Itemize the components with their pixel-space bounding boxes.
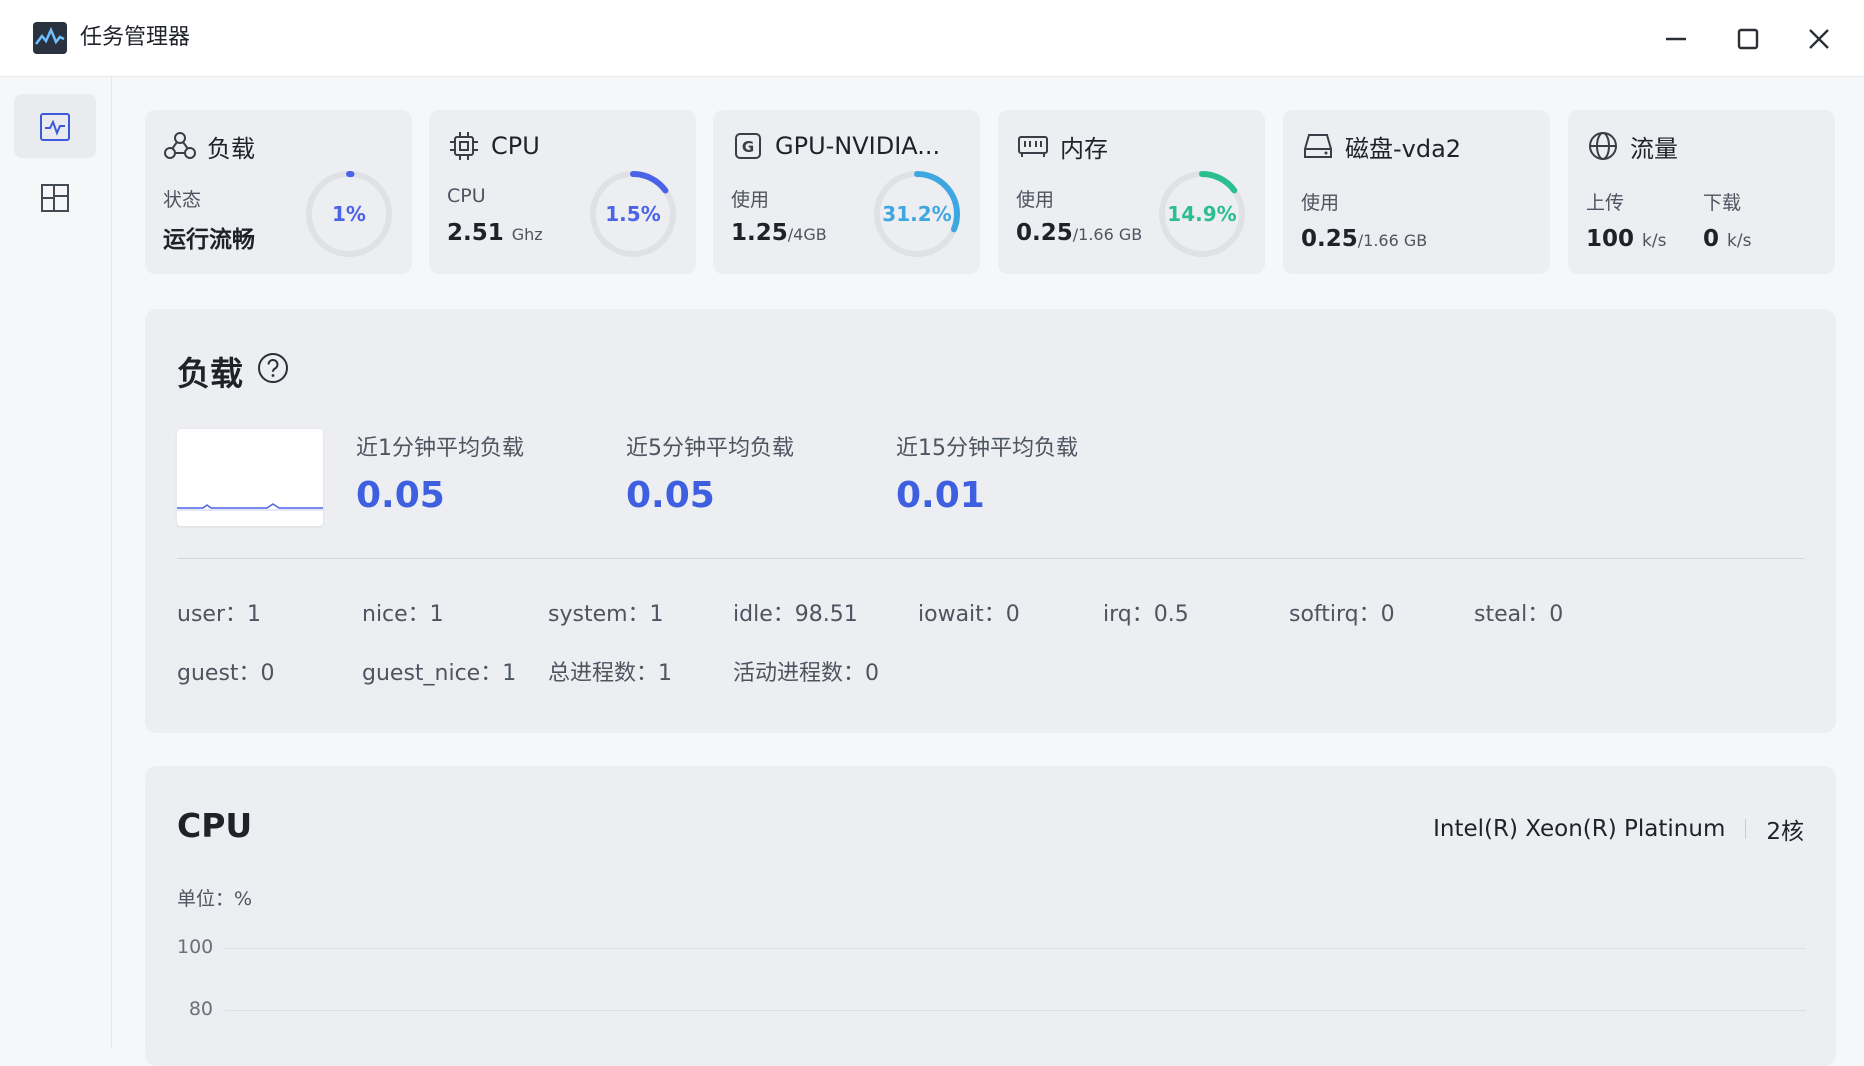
cpu-model: Intel(R) Xeon(R) Platinum — [1433, 816, 1726, 842]
load-card[interactable]: 负载 状态 运行流畅 1% — [145, 110, 412, 274]
gpu-usage-total: /4GB — [787, 225, 827, 244]
sidebar-item-apps[interactable] — [14, 166, 96, 230]
cpu-card[interactable]: CPU CPU 2.51 Ghz 1.5% — [429, 110, 696, 274]
upload-speed-value: 100 — [1586, 226, 1635, 252]
hard-disk-icon — [1304, 134, 1332, 158]
close-button[interactable] — [1800, 20, 1838, 58]
stat-total-processes: 总进程数：1 — [548, 661, 672, 686]
stat-softirq: softirq：0 — [1289, 602, 1395, 627]
gpu-usage-value: 1.25 — [731, 220, 788, 246]
cpu-card-title: CPU — [491, 132, 540, 160]
download-label: 下载 — [1703, 192, 1742, 214]
stat-system: system：1 — [548, 602, 664, 627]
cpu-panel-title: CPU — [177, 806, 253, 845]
upload-speed-unit: k/s — [1642, 231, 1667, 251]
traffic-card[interactable]: 流量 上传 下载 100 k/s 0 k/s — [1568, 110, 1835, 274]
load-status-value: 运行流畅 — [163, 227, 255, 253]
disk-usage: 0.25/1.66 GB — [1301, 226, 1427, 252]
download-speed: 0 k/s — [1703, 226, 1751, 252]
cpu-label: CPU — [447, 185, 486, 207]
gpu-card-title: GPU-NVIDIA... — [775, 132, 941, 160]
stat-iowait: iowait：0 — [918, 602, 1020, 627]
gpu-icon: G — [735, 133, 761, 159]
load-status-label: 状态 — [163, 189, 202, 211]
stat-active-processes: 活动进程数：0 — [733, 661, 879, 686]
y-tick-100: 100 — [177, 936, 214, 958]
activity-chart-icon — [40, 113, 70, 141]
avg1-value: 0.05 — [356, 475, 445, 516]
gpu-usage: 1.25/4GB — [731, 220, 827, 246]
disk-usage-value: 0.25 — [1301, 226, 1358, 252]
svg-text:G: G — [742, 138, 754, 156]
stat-user: user：1 — [177, 602, 261, 627]
stat-guest: guest：0 — [177, 661, 275, 686]
load-sparkline — [177, 429, 323, 526]
cpu-info: Intel(R) Xeon(R) Platinum 2核 — [1433, 812, 1804, 846]
load-gauge-percent: 1% — [332, 202, 366, 226]
load-card-title: 负载 — [207, 134, 255, 163]
avg1-label: 近1分钟平均负载 — [356, 436, 524, 461]
download-speed-value: 0 — [1703, 226, 1720, 252]
gpu-card[interactable]: G GPU-NVIDIA... 使用 1.25/4GB 31.2% — [713, 110, 980, 274]
gpu-usage-label: 使用 — [731, 189, 770, 211]
upload-speed: 100 k/s — [1586, 226, 1666, 252]
memory-module-icon — [1018, 136, 1048, 157]
help-question-icon[interactable] — [257, 352, 289, 384]
title-bar: 任务管理器 — [0, 0, 1864, 77]
cpu-frequency-value: 2.51 — [447, 220, 504, 246]
memory-usage: 0.25/1.66 GB — [1016, 220, 1142, 246]
minimize-button[interactable] — [1657, 20, 1695, 58]
cpu-frequency: 2.51 Ghz — [447, 220, 543, 246]
load-hub-icon — [164, 132, 196, 159]
cpu-gauge-percent: 1.5% — [605, 202, 661, 226]
load-divider — [177, 558, 1804, 559]
sidebar-item-performance[interactable] — [14, 94, 96, 158]
avg15-value: 0.01 — [896, 475, 985, 516]
cpu-chip-icon — [450, 132, 478, 160]
traffic-card-title: 流量 — [1630, 134, 1678, 163]
stat-irq: irq：0.5 — [1103, 602, 1189, 627]
disk-usage-total: /1.66 GB — [1357, 231, 1428, 250]
memory-usage-total: /1.66 GB — [1072, 225, 1143, 244]
memory-card-title: 内存 — [1060, 134, 1108, 163]
memory-usage-label: 使用 — [1016, 189, 1055, 211]
cpu-frequency-unit: Ghz — [511, 225, 543, 244]
globe-icon — [1589, 132, 1617, 160]
load-panel-title: 负载 — [177, 354, 243, 393]
stat-guest-nice: guest_nice：1 — [362, 661, 517, 686]
cpu-cores: 2核 — [1766, 819, 1804, 845]
gpu-gauge-percent: 31.2% — [882, 202, 952, 226]
memory-gauge-percent: 14.9% — [1167, 202, 1237, 226]
cpu-unit-label: 单位：% — [177, 888, 253, 910]
memory-usage-value: 0.25 — [1016, 220, 1073, 246]
window-title: 任务管理器 — [80, 25, 191, 50]
cpu-panel: CPU Intel(R) Xeon(R) Platinum 2核 单位：% 10… — [145, 766, 1836, 1066]
stat-idle: idle：98.51 — [733, 602, 858, 627]
avg5-value: 0.05 — [626, 475, 715, 516]
app-logo-icon — [33, 22, 67, 54]
cpu-info-divider — [1745, 819, 1747, 839]
memory-card[interactable]: 内存 使用 0.25/1.66 GB 14.9% — [998, 110, 1265, 274]
maximize-button[interactable] — [1729, 20, 1767, 58]
upload-label: 上传 — [1586, 192, 1625, 214]
avg15-label: 近15分钟平均负载 — [896, 436, 1078, 461]
avg5-label: 近5分钟平均负载 — [626, 436, 794, 461]
download-speed-unit: k/s — [1727, 231, 1752, 251]
gridline-80 — [225, 1010, 1806, 1011]
stat-steal: steal：0 — [1474, 602, 1564, 627]
gridline-100 — [225, 948, 1806, 949]
disk-card-title: 磁盘-vda2 — [1345, 134, 1462, 163]
disk-usage-label: 使用 — [1301, 192, 1340, 214]
layout-grid-icon — [41, 184, 69, 212]
y-tick-80: 80 — [188, 998, 213, 1020]
stat-nice: nice：1 — [362, 602, 444, 627]
disk-card[interactable]: 磁盘-vda2 使用 0.25/1.66 GB — [1283, 110, 1550, 274]
